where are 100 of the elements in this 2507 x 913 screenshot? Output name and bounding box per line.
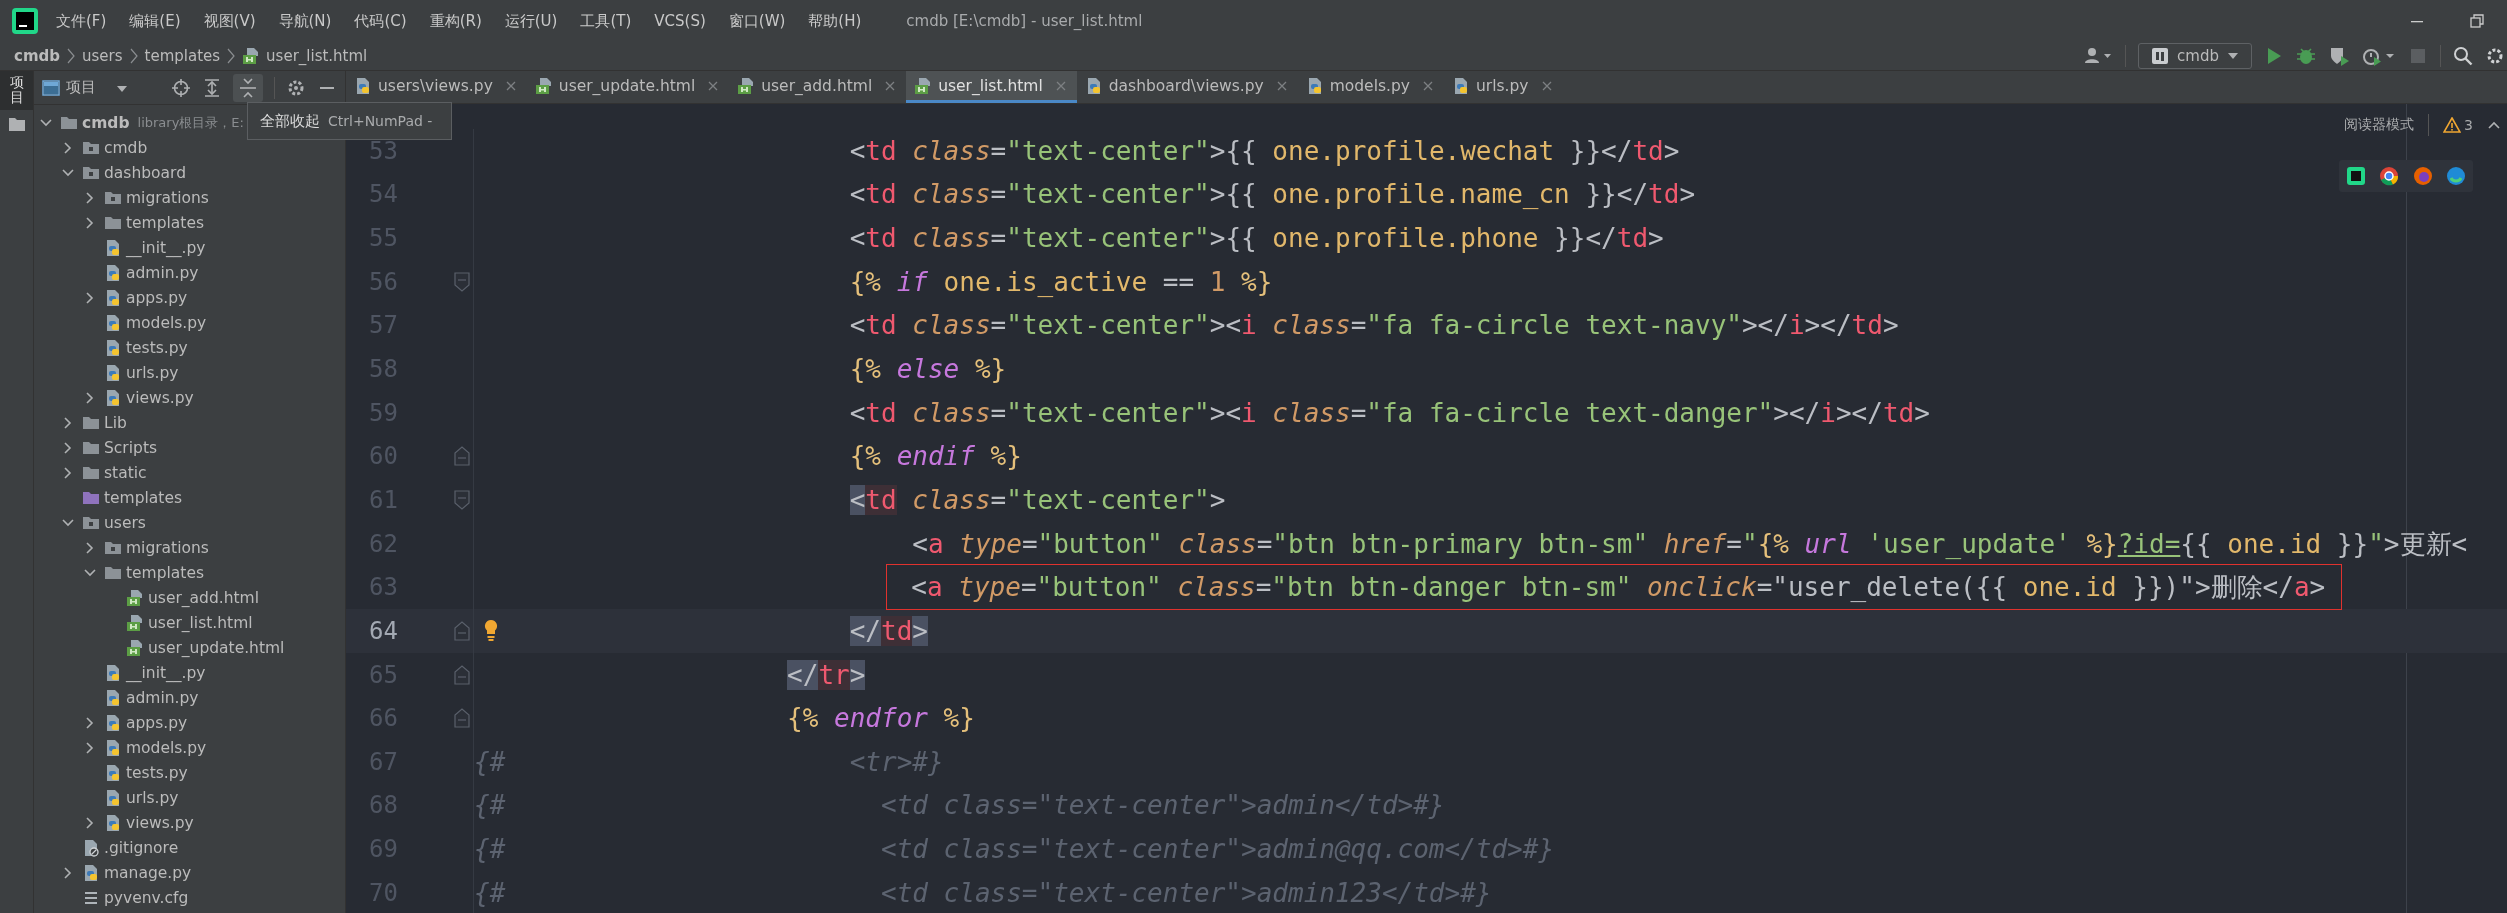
tree-item[interactable]: apps.py bbox=[126, 713, 188, 732]
python-file-icon bbox=[104, 363, 122, 382]
expand-all-icon[interactable] bbox=[202, 77, 222, 98]
breadcrumb-item[interactable]: templates bbox=[144, 47, 221, 65]
breadcrumb-item[interactable]: cmdb bbox=[14, 47, 60, 65]
tree-item[interactable]: apps.py bbox=[126, 288, 188, 307]
code-line: {% if one.is_active == 1 %} bbox=[849, 265, 1273, 299]
editor-tab[interactable]: user_add.html bbox=[729, 71, 907, 103]
tree-item[interactable]: urls.py bbox=[126, 788, 179, 807]
settings-icon[interactable] bbox=[2485, 46, 2503, 66]
tree-item[interactable]: templates bbox=[126, 213, 205, 232]
tree-item[interactable]: Lib bbox=[104, 413, 127, 432]
tree-item[interactable]: __init__.py bbox=[126, 238, 206, 257]
menu-item[interactable]: 运行(U) bbox=[504, 11, 558, 31]
code-line: <td class="text-center">{{ one.profile.name_cn }}</td> bbox=[849, 178, 1696, 212]
tree-item[interactable]: migrations bbox=[126, 538, 209, 557]
code-line: <td class="text-center">{{ one.profile.phone }}</td> bbox=[849, 222, 1664, 256]
breadcrumb-separator-icon bbox=[226, 47, 237, 65]
project-view-dropdown[interactable]: 项目 bbox=[34, 78, 128, 97]
tree-item[interactable]: cmdb bbox=[82, 113, 130, 132]
code-line: {# <td class="text-center">admin</td>#} bbox=[474, 789, 1445, 823]
crosshair-icon[interactable] bbox=[171, 77, 191, 98]
tree-item[interactable]: urls.py bbox=[126, 363, 179, 382]
code-line: <a type="button" class="btn btn-primary btn-sm" href="{% url 'user_update' %}?id={{ one.id }}">更新< bbox=[912, 527, 2468, 561]
chrome-icon[interactable] bbox=[2378, 165, 2401, 187]
lightbulb-icon[interactable] bbox=[483, 619, 499, 644]
edge-icon[interactable] bbox=[2445, 165, 2468, 187]
warnings-indicator[interactable]: 3 bbox=[2443, 117, 2473, 133]
breadcrumb-item[interactable]: users bbox=[82, 47, 123, 65]
close-icon[interactable] bbox=[884, 79, 897, 92]
menu-item[interactable]: 窗口(W) bbox=[728, 11, 786, 31]
menu-item[interactable]: VCS(S) bbox=[654, 12, 706, 30]
tree-item[interactable]: .gitignore bbox=[104, 838, 179, 857]
folder-icon[interactable] bbox=[7, 115, 26, 132]
menu-item[interactable]: 文件(F) bbox=[56, 11, 107, 31]
code-line: {# <td class="text-center">admin@qq.com</td>#} bbox=[474, 833, 1555, 867]
tree-item[interactable]: admin.py bbox=[126, 263, 199, 282]
firefox-icon[interactable] bbox=[2411, 165, 2434, 187]
tree-item[interactable]: admin.py bbox=[126, 688, 199, 707]
bug-icon[interactable] bbox=[2296, 46, 2316, 66]
tooltip-text: 全部收起 bbox=[260, 111, 320, 131]
tree-item[interactable]: user_list.html bbox=[148, 613, 253, 632]
editor-tab[interactable]: user_update.html bbox=[526, 71, 730, 103]
tool-window-tab[interactable]: 项目 bbox=[0, 71, 33, 110]
fold-marker-icon[interactable] bbox=[453, 489, 471, 512]
tree-item[interactable]: Scripts bbox=[104, 438, 158, 457]
close-icon[interactable] bbox=[1275, 79, 1288, 92]
editor-tab[interactable]: urls.py bbox=[1443, 71, 1563, 103]
editor-tab[interactable]: models.py bbox=[1297, 71, 1444, 103]
close-icon[interactable] bbox=[1421, 79, 1434, 92]
breadcrumb-separator-icon bbox=[128, 47, 139, 65]
tree-item[interactable]: __init__.py bbox=[126, 663, 206, 682]
menu-item[interactable]: 帮助(H) bbox=[808, 11, 862, 31]
tree-item[interactable]: views.py bbox=[126, 388, 194, 407]
fold-marker-icon[interactable] bbox=[453, 707, 471, 730]
python-file-icon bbox=[82, 863, 100, 882]
python-file-icon bbox=[104, 388, 122, 407]
tree-item[interactable]: static bbox=[104, 463, 147, 482]
tree-item[interactable]: dashboard bbox=[104, 163, 186, 182]
tree-item[interactable]: manage.py bbox=[104, 863, 192, 882]
stopwatch-icon[interactable] bbox=[2362, 46, 2396, 66]
menu-item[interactable]: 视图(V) bbox=[203, 11, 256, 31]
tree-item[interactable]: user_update.html bbox=[148, 638, 285, 657]
tree-item[interactable]: tests.py bbox=[126, 338, 188, 357]
breadcrumb-item[interactable]: user_list.html bbox=[266, 47, 368, 65]
menu-item[interactable]: 工具(T) bbox=[580, 11, 632, 31]
close-icon[interactable] bbox=[707, 79, 720, 92]
fold-marker-icon[interactable] bbox=[453, 270, 471, 293]
fold-marker-icon[interactable] bbox=[453, 663, 471, 686]
search-icon[interactable] bbox=[2453, 46, 2473, 66]
html-file-icon bbox=[126, 588, 144, 607]
fold-marker-icon[interactable] bbox=[453, 620, 471, 643]
tree-item[interactable]: users bbox=[104, 513, 146, 532]
python-file-icon bbox=[104, 313, 122, 332]
menu-item[interactable]: 编辑(E) bbox=[129, 11, 181, 31]
menu-item[interactable]: 代码(C) bbox=[354, 11, 407, 31]
shield-icon[interactable] bbox=[2328, 46, 2350, 66]
tree-item[interactable]: user_add.html bbox=[148, 588, 259, 607]
tree-item[interactable]: migrations bbox=[126, 188, 209, 207]
close-icon[interactable] bbox=[504, 79, 517, 92]
editor-tab[interactable]: user_list.html bbox=[906, 71, 1077, 103]
tree-item[interactable]: views.py bbox=[126, 813, 194, 832]
close-icon[interactable] bbox=[1540, 79, 1553, 92]
tree-item[interactable]: templates bbox=[126, 563, 205, 582]
collapse-all-icon[interactable] bbox=[233, 73, 263, 102]
restore-icon[interactable] bbox=[2469, 13, 2485, 29]
tree-item[interactable]: models.py bbox=[126, 313, 207, 332]
tree-item[interactable]: cmdb bbox=[104, 138, 148, 157]
run-configuration-dropdown[interactable]: cmdb bbox=[2138, 43, 2252, 69]
menu-item[interactable]: 导航(N) bbox=[278, 11, 332, 31]
menu-item[interactable]: 重构(R) bbox=[429, 11, 482, 31]
tree-item[interactable]: tests.py bbox=[126, 763, 188, 782]
editor-tab[interactable]: dashboard\views.py bbox=[1076, 71, 1298, 103]
tree-item[interactable]: templates bbox=[104, 488, 183, 507]
tree-item[interactable]: pyvenv.cfg bbox=[104, 888, 189, 907]
reader-mode-button[interactable]: 阅读器模式 bbox=[2344, 116, 2415, 134]
tree-item[interactable]: models.py bbox=[126, 738, 207, 757]
code-line: {# <tr>#} bbox=[474, 745, 944, 779]
fold-marker-icon[interactable] bbox=[453, 445, 471, 468]
user-icon[interactable] bbox=[2083, 46, 2114, 66]
